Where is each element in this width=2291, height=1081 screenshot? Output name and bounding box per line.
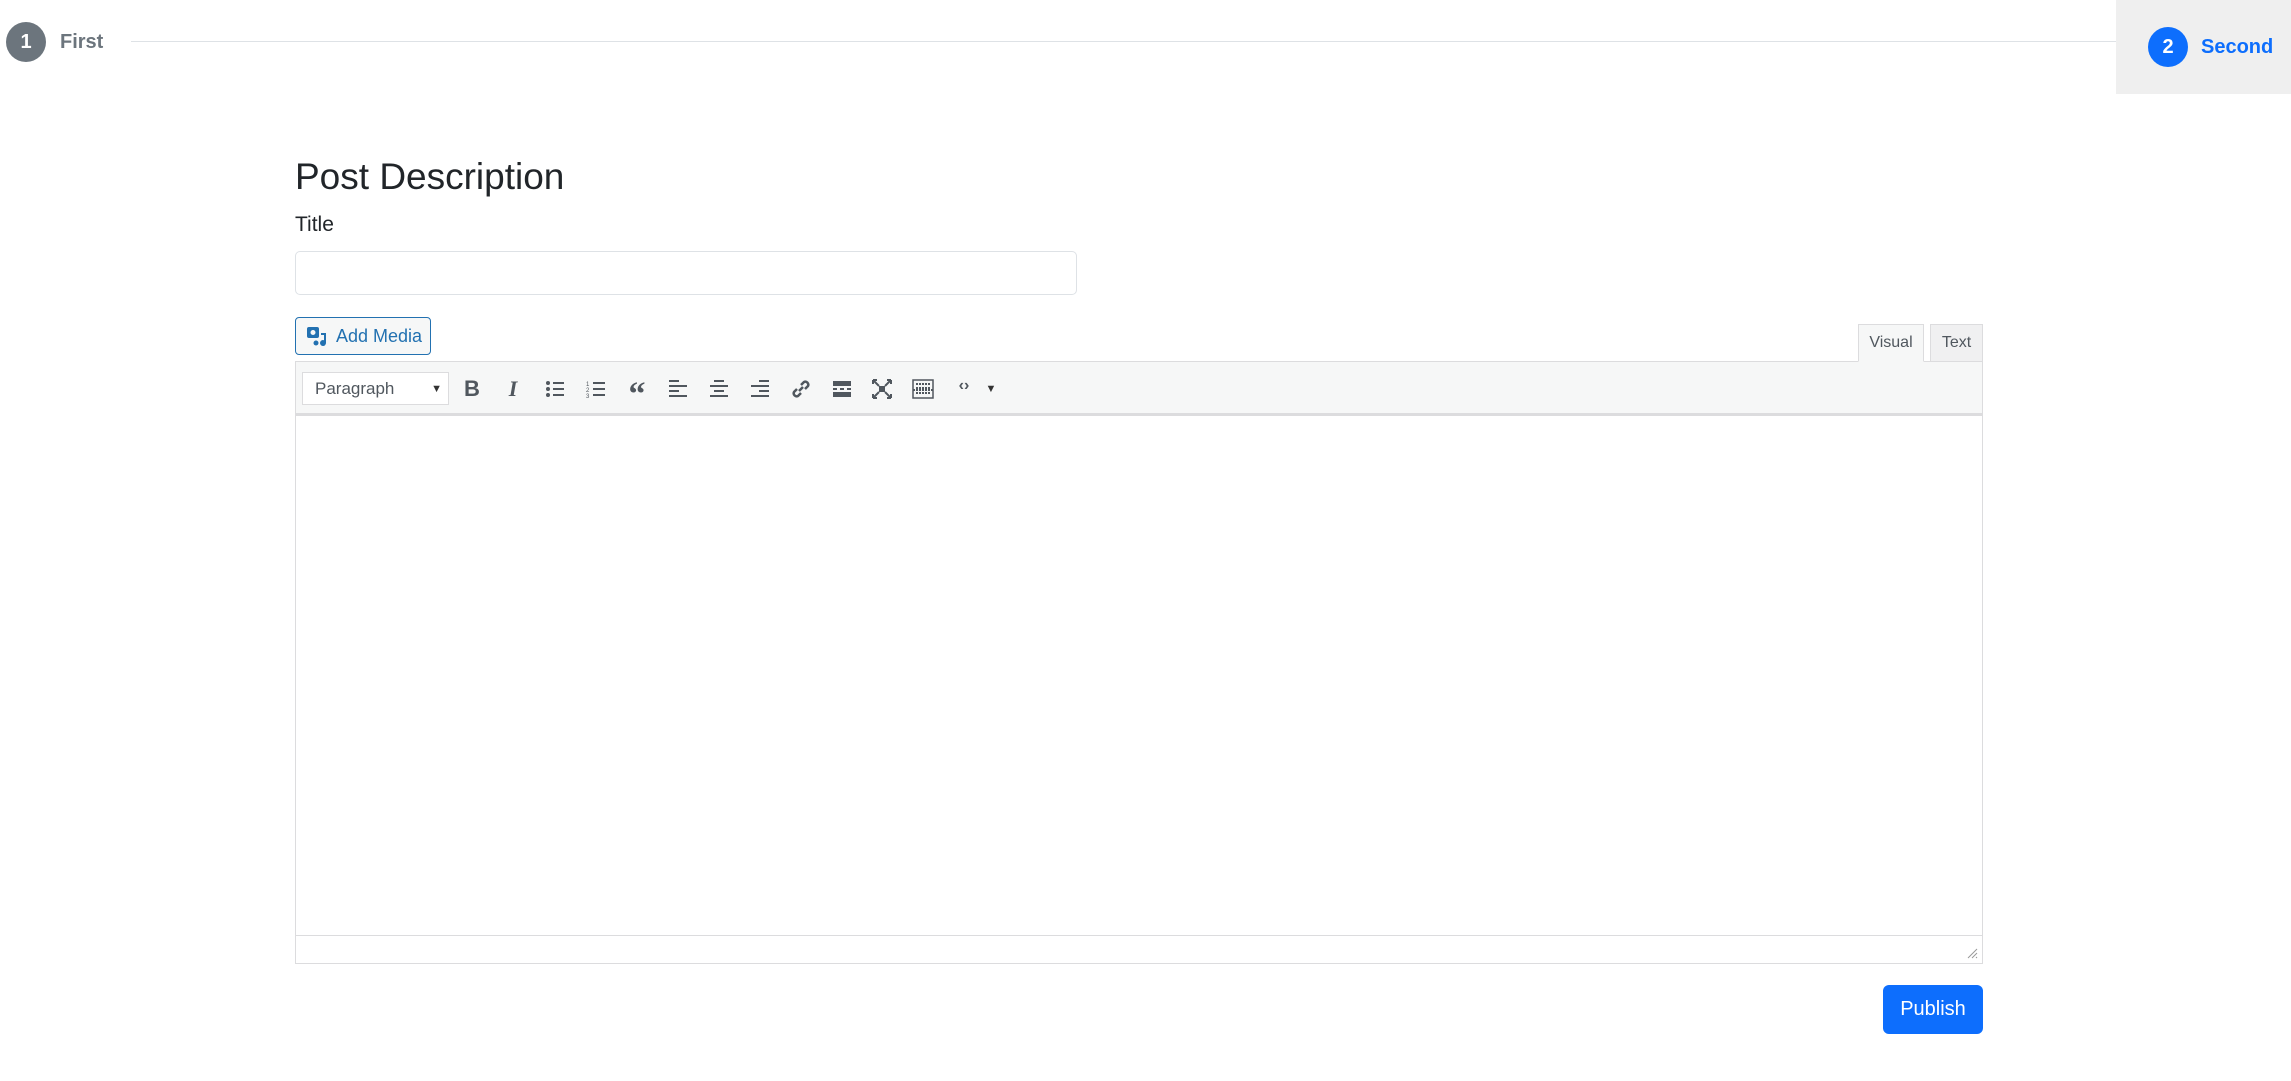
resize-handle-icon[interactable] [1966, 947, 1978, 959]
page-title: Post Description [295, 156, 565, 197]
italic-icon[interactable]: I [496, 372, 530, 406]
format-select[interactable]: Paragraph ▼ [302, 372, 449, 405]
format-select-value: Paragraph [315, 378, 395, 398]
bulleted-list-icon[interactable] [538, 372, 572, 406]
step-label: First [60, 30, 104, 53]
tab-label: Visual [1869, 334, 1913, 351]
align-left-icon[interactable] [661, 372, 695, 406]
link-icon[interactable] [784, 372, 818, 406]
step-label: Second [2201, 35, 2274, 58]
numbered-list-icon[interactable]: 123 [579, 372, 613, 406]
tab-visual[interactable]: Visual [1858, 324, 1924, 362]
fullscreen-icon[interactable] [865, 372, 899, 406]
dropdown-caret-icon[interactable]: ▼ [974, 372, 1008, 406]
editor-statusbar [296, 935, 1982, 963]
title-input[interactable] [295, 251, 1077, 295]
svg-text:3: 3 [586, 394, 590, 398]
align-right-icon[interactable] [743, 372, 777, 406]
title-label: Title [295, 213, 334, 236]
publish-button[interactable]: Publish [1883, 985, 1983, 1034]
editor [295, 361, 1983, 964]
step-number: 2 [2148, 27, 2188, 67]
chevron-down-icon: ▼ [431, 382, 442, 395]
step-connector [131, 41, 2116, 42]
read-more-icon[interactable] [825, 372, 859, 406]
bold-icon[interactable]: B [455, 372, 489, 406]
publish-label: Publish [1900, 998, 1966, 1020]
add-media-label: Add Media [336, 325, 423, 346]
step-second[interactable]: 2 Second [2116, 0, 2291, 94]
keyboard-icon[interactable] [906, 372, 940, 406]
editor-content[interactable] [296, 416, 1982, 935]
step-first[interactable]: 1 First [6, 22, 103, 62]
align-center-icon[interactable] [702, 372, 736, 406]
add-media-button[interactable]: Add Media [295, 317, 431, 355]
tab-label: Text [1941, 334, 1972, 351]
tab-text[interactable]: Text [1930, 324, 1983, 362]
add-media-icon [307, 327, 327, 347]
blockquote-icon[interactable]: “ [620, 372, 654, 413]
step-number: 1 [6, 22, 46, 62]
